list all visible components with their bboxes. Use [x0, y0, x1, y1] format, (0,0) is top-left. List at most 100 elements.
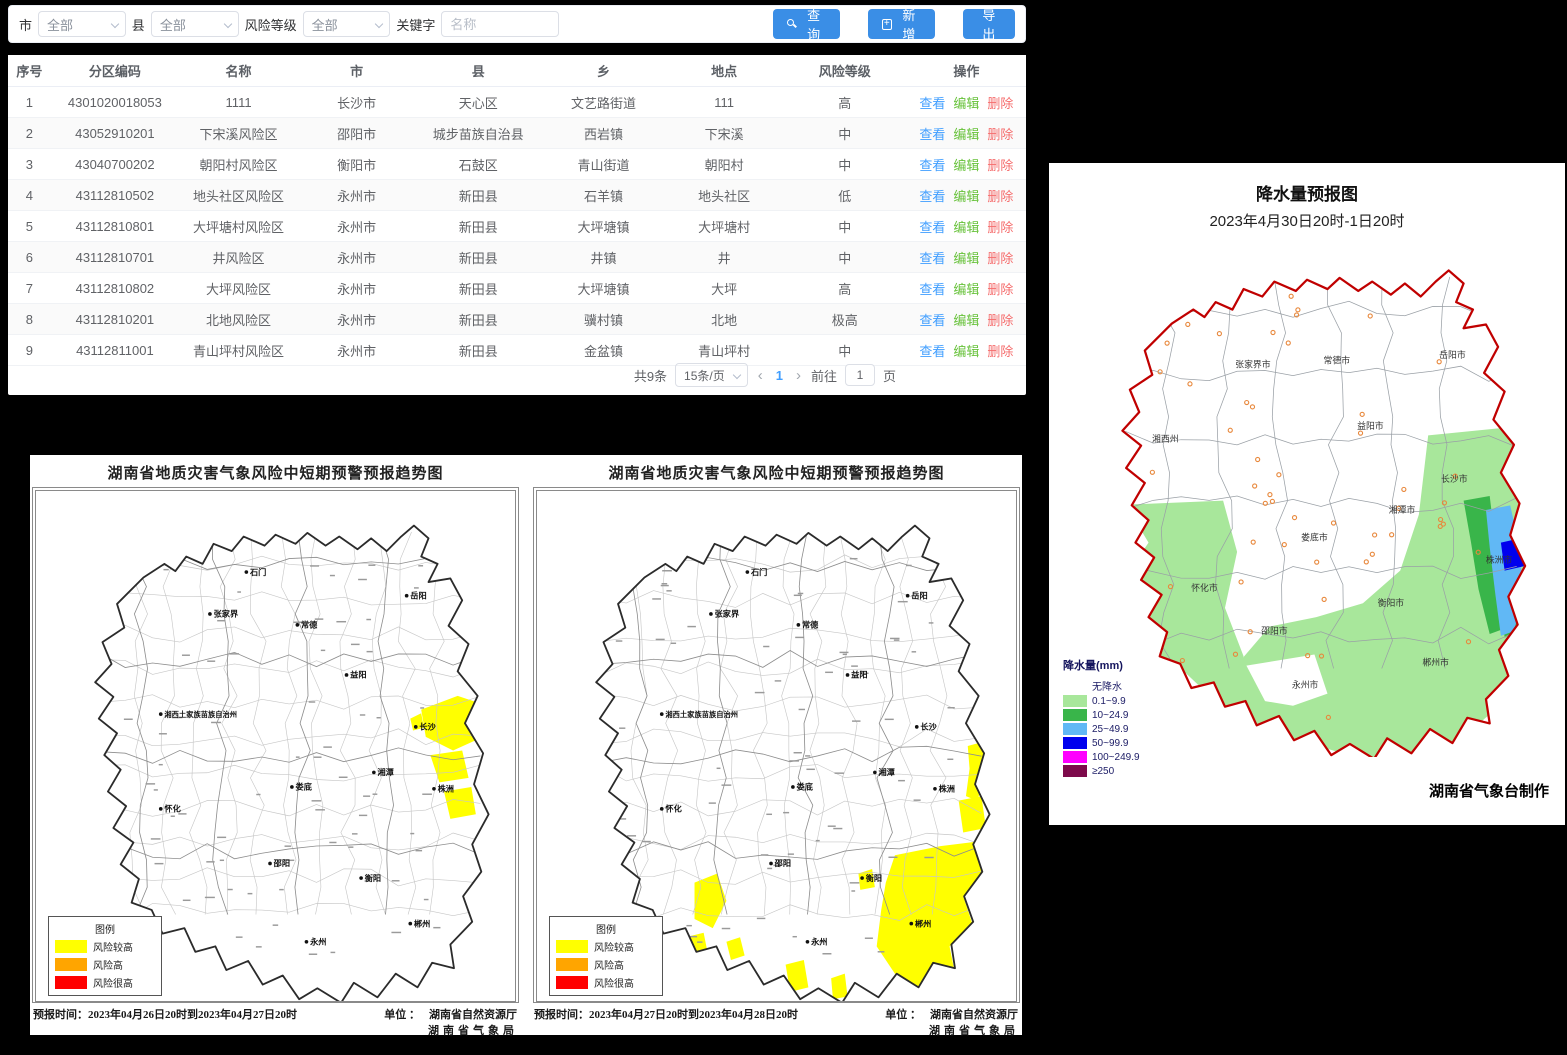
city-dot: [296, 623, 300, 627]
delete-link[interactable]: 删除: [987, 282, 1013, 297]
edit-link[interactable]: 编辑: [953, 313, 979, 328]
legend-swatch: [1063, 737, 1087, 749]
map-city-label: 张家界: [715, 609, 740, 619]
cell-city: 永州市: [298, 335, 415, 366]
legend-label: 风险高: [93, 957, 123, 972]
map-city-label: 娄底: [296, 782, 313, 792]
keyword-filter-label: 关键字: [396, 15, 435, 34]
legend-swatch: [556, 940, 588, 953]
map-city-label: 株洲: [939, 784, 955, 794]
plus-icon: +: [882, 19, 892, 30]
risk-area-table: 序号分区编码名称市县乡地点风险等级操作 143010200180531111长沙…: [8, 55, 1026, 366]
chevron-down-icon: [223, 20, 231, 28]
city-dot: [359, 876, 363, 880]
edit-link[interactable]: 编辑: [953, 251, 979, 266]
search-button[interactable]: 查询: [773, 9, 839, 39]
delete-link[interactable]: 删除: [987, 189, 1013, 204]
keyword-input[interactable]: [441, 11, 559, 37]
delete-link[interactable]: 删除: [987, 96, 1013, 111]
cell-city: 邵阳市: [298, 118, 415, 149]
table-row: 543112810801大坪塘村风险区永州市新田县大坪塘镇大坪塘村中查看编辑删除: [8, 211, 1026, 242]
edit-link[interactable]: 编辑: [953, 96, 979, 111]
map-city-label: 湘潭: [378, 767, 394, 777]
view-link[interactable]: 查看: [919, 158, 945, 173]
cell-county: 石鼓区: [415, 149, 541, 180]
page-size-select[interactable]: 15条/页: [675, 363, 748, 387]
delete-link[interactable]: 删除: [987, 158, 1013, 173]
trend-maps-strip: 湖南省地质灾害气象风险中短期预警预报趋势图 石门岳阳张家界常德益阳湘西土家族苗族…: [30, 455, 1022, 1035]
legend-label: ≥250: [1092, 766, 1114, 777]
cell-name: 地头社区风险区: [179, 180, 298, 211]
county-select[interactable]: 全部: [151, 11, 239, 37]
view-link[interactable]: 查看: [919, 313, 945, 328]
view-link[interactable]: 查看: [919, 344, 945, 359]
prev-page-button[interactable]: ‹: [756, 367, 765, 384]
chevron-down-icon: [732, 371, 740, 379]
cell-risk: 中: [783, 242, 907, 273]
map-city-label: 常德: [301, 620, 318, 630]
column-header: 名称: [179, 55, 298, 87]
cell-seq: 2: [8, 118, 51, 149]
city-select[interactable]: 全部: [38, 11, 126, 37]
column-header: 地点: [666, 55, 783, 87]
map-city-label: 衡阳: [364, 873, 381, 883]
legend-swatch: [1063, 723, 1087, 735]
delete-link[interactable]: 删除: [987, 220, 1013, 235]
column-header: 分区编码: [51, 55, 179, 87]
map-city-label: 常德市: [1324, 355, 1351, 366]
edit-link[interactable]: 编辑: [953, 158, 979, 173]
edit-link[interactable]: 编辑: [953, 344, 979, 359]
legend-label: 风险较高: [594, 939, 634, 954]
cell-code: 43112810801: [51, 211, 179, 242]
export-button[interactable]: 导出: [963, 9, 1015, 39]
legend-item: 无降水: [1063, 678, 1203, 693]
cell-seq: 5: [8, 211, 51, 242]
legend-item: 25~49.9: [1063, 723, 1203, 735]
view-link[interactable]: 查看: [919, 251, 945, 266]
chevron-down-icon: [111, 20, 119, 28]
cell-seq: 4: [8, 180, 51, 211]
column-header: 乡: [541, 55, 665, 87]
unit-line2: 湖南省气象局: [428, 1022, 518, 1038]
view-link[interactable]: 查看: [919, 282, 945, 297]
legend-item: 0.1~9.9: [1063, 695, 1203, 707]
map-city-label: 长沙市: [1441, 473, 1468, 484]
next-page-button[interactable]: ›: [794, 367, 803, 384]
cell-code: 43112810701: [51, 242, 179, 273]
delete-link[interactable]: 删除: [987, 313, 1013, 328]
cell-town: 大坪塘镇: [541, 211, 665, 242]
city-dot: [909, 922, 913, 926]
current-page[interactable]: 1: [773, 368, 786, 383]
map-city-label: 湘潭: [879, 767, 895, 777]
cell-code: 43040700202: [51, 149, 179, 180]
cell-town: 石羊镇: [541, 180, 665, 211]
view-link[interactable]: 查看: [919, 220, 945, 235]
cell-actions: 查看编辑删除: [907, 149, 1026, 180]
delete-link[interactable]: 删除: [987, 344, 1013, 359]
view-link[interactable]: 查看: [919, 96, 945, 111]
edit-link[interactable]: 编辑: [953, 127, 979, 142]
cell-city: 永州市: [298, 304, 415, 335]
goto-page-input[interactable]: [845, 364, 875, 386]
edit-link[interactable]: 编辑: [953, 282, 979, 297]
risk-level-select[interactable]: 全部: [303, 11, 391, 37]
view-link[interactable]: 查看: [919, 127, 945, 142]
legend-item: 风险高: [556, 957, 656, 972]
map-city-label: 怀化: [164, 804, 181, 814]
map-city-label: 邵阳: [774, 859, 791, 868]
cell-risk: 中: [783, 335, 907, 366]
legend-swatch: [55, 958, 87, 971]
edit-link[interactable]: 编辑: [953, 220, 979, 235]
city-dot: [305, 940, 309, 944]
trend-map-frame: 石门岳阳张家界常德益阳湘西土家族苗族自治州长沙湘潭株洲娄底怀化邵阳衡阳永州郴州 …: [32, 487, 519, 1003]
cell-risk: 中: [783, 211, 907, 242]
city-dot: [769, 862, 773, 866]
view-link[interactable]: 查看: [919, 189, 945, 204]
add-button[interactable]: + 新增: [868, 9, 935, 39]
delete-link[interactable]: 删除: [987, 127, 1013, 142]
legend-item: 风险很高: [556, 975, 656, 990]
trend-map-caption: 预报时间：2023年04月27日20时到2023年04月28日20时 单位 ： …: [533, 1006, 1020, 1038]
delete-link[interactable]: 删除: [987, 251, 1013, 266]
map-city-label: 湘西州: [1152, 433, 1179, 444]
edit-link[interactable]: 编辑: [953, 189, 979, 204]
